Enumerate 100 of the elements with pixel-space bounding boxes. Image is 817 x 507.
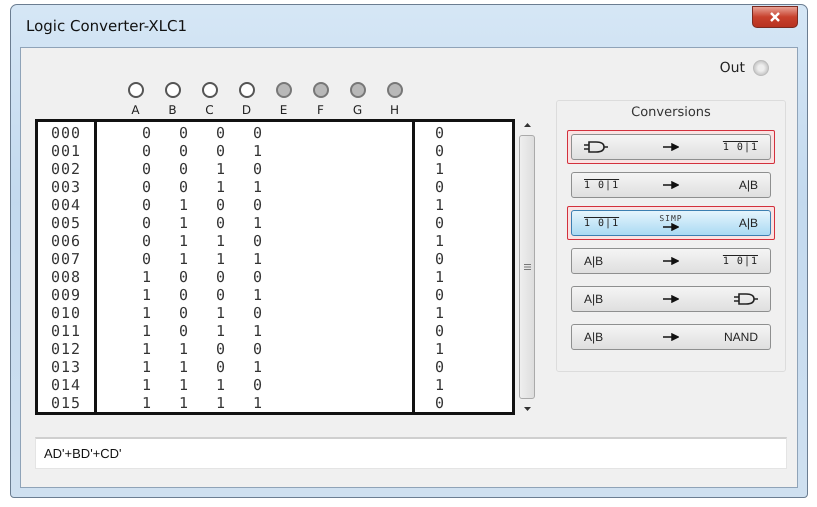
table-cell-text: 1 bbox=[252, 394, 264, 412]
output-indicator bbox=[753, 60, 769, 76]
table-cell-text: 1 bbox=[252, 286, 264, 304]
row-number: 007 bbox=[50, 250, 82, 268]
table-cell-text: 1 bbox=[140, 340, 152, 358]
row-number: 009 bbox=[50, 286, 82, 304]
conversion-button[interactable]: A|B 1 0|1 bbox=[571, 248, 771, 274]
conversion-button[interactable]: 1 0|1 bbox=[571, 134, 771, 160]
table-cell-text: 1 bbox=[252, 214, 264, 232]
expression-field[interactable]: AD'+BD'+CD' bbox=[35, 437, 787, 469]
input-terminal[interactable] bbox=[202, 82, 218, 98]
row-number: 006 bbox=[50, 232, 82, 250]
output-cell[interactable]: 1 bbox=[435, 340, 512, 358]
output-cell[interactable]: 0 bbox=[435, 250, 512, 268]
row-number: 003 bbox=[50, 178, 82, 196]
close-icon bbox=[770, 12, 780, 22]
row-number: 013 bbox=[50, 358, 82, 376]
out-label: Out bbox=[720, 60, 745, 76]
conversion-button[interactable]: A|B bbox=[571, 286, 771, 312]
output-cell[interactable]: 0 bbox=[435, 286, 512, 304]
table-cell-text: 1 bbox=[178, 358, 190, 376]
table-cell-text: 1 bbox=[252, 358, 264, 376]
table-cell-text: 0 bbox=[214, 340, 226, 358]
table-cell-text: 1 bbox=[140, 358, 152, 376]
table-cell-text: 1 bbox=[252, 250, 264, 268]
output-cell[interactable]: 0 bbox=[435, 214, 512, 232]
table-cell-text: 1 bbox=[252, 322, 264, 340]
row-number: 012 bbox=[50, 340, 82, 358]
truth-table-icon: 1 0|1 bbox=[584, 180, 620, 190]
table-cell-text: 0 bbox=[140, 232, 152, 250]
row-number: 001 bbox=[50, 142, 82, 160]
table-cell-text: 0 bbox=[252, 340, 264, 358]
close-button[interactable] bbox=[752, 6, 798, 28]
output-cell[interactable]: 0 bbox=[435, 124, 512, 142]
conversion-button[interactable]: 1 0|1 A|B bbox=[571, 172, 771, 198]
input-terminal[interactable] bbox=[386, 82, 402, 98]
table-cell-text: 1 bbox=[140, 376, 152, 394]
table-cell-text: 1 bbox=[214, 178, 226, 196]
arrow-icon bbox=[663, 295, 679, 303]
output-cell[interactable]: 1 bbox=[435, 304, 512, 322]
table-cell-text: 1 bbox=[140, 322, 152, 340]
output-cell[interactable]: 0 bbox=[435, 178, 512, 196]
row-number: 014 bbox=[50, 376, 82, 394]
input-label: F bbox=[317, 103, 324, 117]
output-cell[interactable]: 0 bbox=[435, 322, 512, 340]
table-cell-text: 0 bbox=[252, 196, 264, 214]
row-number: 000 bbox=[50, 124, 82, 142]
table-cell-text: 1 bbox=[178, 340, 190, 358]
output-cell[interactable]: 0 bbox=[435, 394, 512, 412]
table-cell-text: 1 bbox=[178, 214, 190, 232]
conversion-button[interactable]: 1 0|1 SIMP A|B bbox=[571, 210, 771, 236]
table-cell-text: 1 bbox=[214, 376, 226, 394]
table-cell-text: 1 bbox=[140, 286, 152, 304]
table-cell-text: 1 bbox=[178, 376, 190, 394]
arrow-icon bbox=[663, 333, 679, 341]
output-cell[interactable]: 1 bbox=[435, 376, 512, 394]
arrow-icon bbox=[663, 257, 679, 265]
scroll-thumb[interactable] bbox=[519, 135, 535, 399]
table-cell-text: 0 bbox=[140, 196, 152, 214]
input-label: A bbox=[131, 103, 140, 117]
table-cell-text: 0 bbox=[252, 304, 264, 322]
grip-icon bbox=[524, 264, 530, 270]
table-cell-text: 1 bbox=[140, 394, 152, 412]
table-cell-text: 0 bbox=[140, 124, 152, 142]
output-cell[interactable]: 1 bbox=[435, 232, 512, 250]
input-terminal[interactable] bbox=[312, 82, 328, 98]
arrow-icon bbox=[663, 223, 679, 231]
window-title: Logic Converter-XLC1 bbox=[25, 17, 188, 35]
table-cell-text: 1 bbox=[178, 250, 190, 268]
row-number: 015 bbox=[50, 394, 82, 412]
input-terminal[interactable] bbox=[238, 82, 254, 98]
input-terminal[interactable] bbox=[164, 82, 180, 98]
output-cell[interactable]: 1 bbox=[435, 160, 512, 178]
output-cell[interactable]: 0 bbox=[435, 142, 512, 160]
table-cell-text: 0 bbox=[178, 286, 190, 304]
input-terminal[interactable] bbox=[350, 82, 366, 98]
table-cell-text: 1 bbox=[140, 304, 152, 322]
input-label: H bbox=[390, 103, 400, 117]
input-label: E bbox=[280, 103, 288, 117]
output-cell[interactable]: 1 bbox=[435, 196, 512, 214]
input-label: D bbox=[242, 103, 252, 117]
output-cell[interactable]: 0 bbox=[435, 358, 512, 376]
table-cell-text: 0 bbox=[252, 124, 264, 142]
output-cell[interactable]: 1 bbox=[435, 268, 512, 286]
conversion-label: A|B bbox=[584, 292, 604, 306]
row-number: 011 bbox=[50, 322, 82, 340]
simplify-label: SIMP bbox=[659, 215, 683, 223]
input-terminal[interactable] bbox=[276, 82, 292, 98]
table-cell-text: 0 bbox=[252, 376, 264, 394]
table-cell-text: 0 bbox=[214, 124, 226, 142]
row-number: 005 bbox=[50, 214, 82, 232]
table-cell-text: 1 bbox=[214, 250, 226, 268]
logic-gate-icon bbox=[734, 293, 758, 305]
table-cell-text: 0 bbox=[140, 178, 152, 196]
table-cell-text: 0 bbox=[214, 286, 226, 304]
table-cell-text: 0 bbox=[252, 160, 264, 178]
input-terminal[interactable] bbox=[128, 82, 144, 98]
group-title: Conversions bbox=[631, 105, 711, 120]
conversion-button[interactable]: A|B NAND bbox=[571, 324, 771, 350]
table-cell-text: 0 bbox=[178, 124, 190, 142]
